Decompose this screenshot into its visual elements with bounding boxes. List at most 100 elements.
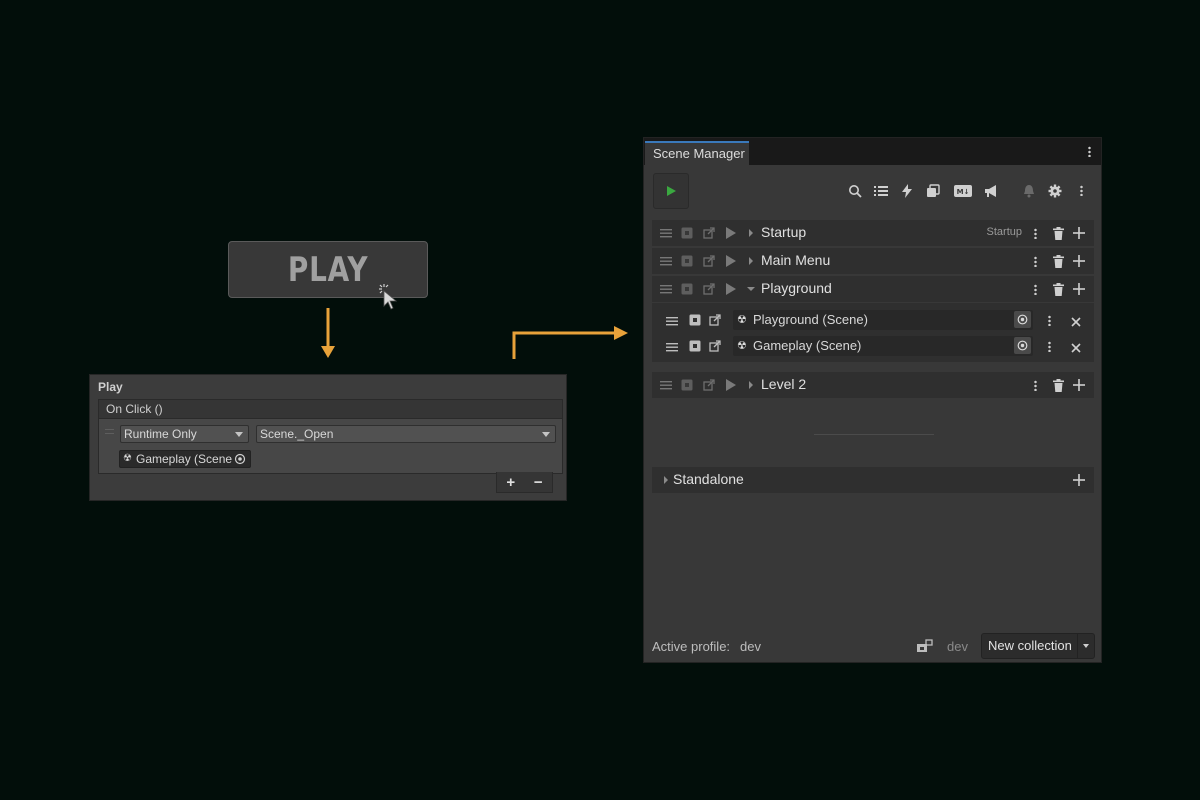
- markdown-icon[interactable]: M↓: [953, 183, 973, 199]
- object-picker-icon[interactable]: [1014, 311, 1031, 328]
- scene-row-gameplay[interactable]: ☢ Gameplay (Scene): [652, 334, 1094, 358]
- list-icon[interactable]: [873, 183, 889, 199]
- close-icon[interactable]: [1071, 340, 1081, 358]
- function-dropdown-value: Scene._Open: [260, 427, 334, 441]
- scene-field[interactable]: ☢ Gameplay (Scene): [733, 336, 1033, 356]
- chevron-down-icon: [235, 432, 243, 437]
- play-icon[interactable]: [723, 225, 739, 241]
- scene-name: Playground (Scene): [753, 312, 868, 327]
- lightning-icon[interactable]: [899, 183, 915, 199]
- runtime-dropdown-value: Runtime Only: [124, 427, 197, 441]
- svg-text:M↓: M↓: [957, 188, 970, 196]
- runtime-dropdown[interactable]: Runtime Only: [120, 425, 249, 443]
- gear-icon[interactable]: [1047, 183, 1063, 199]
- scene-object-value: Gameplay (Scene: [136, 452, 233, 466]
- object-picker-icon[interactable]: [1014, 337, 1031, 354]
- trash-icon[interactable]: [1050, 377, 1066, 393]
- scene-object-field[interactable]: ☢ Gameplay (Scene: [119, 450, 251, 468]
- scene-name: Gameplay (Scene): [753, 338, 862, 353]
- standalone-section[interactable]: Standalone: [652, 467, 1094, 493]
- add-icon[interactable]: [1071, 281, 1087, 297]
- drag-handle-icon[interactable]: [666, 313, 678, 331]
- window-menu-icon[interactable]: [1088, 146, 1091, 157]
- tab-scene-manager[interactable]: Scene Manager: [645, 141, 749, 165]
- on-click-event-list: Runtime Only Scene._Open ☢ Gameplay (Sce…: [98, 419, 563, 474]
- drag-handle-icon[interactable]: [658, 281, 674, 297]
- right-arrow-icon: [512, 326, 628, 359]
- play-icon[interactable]: [723, 253, 739, 269]
- megaphone-icon[interactable]: [983, 183, 999, 199]
- scene-menu-icon[interactable]: [1048, 341, 1051, 352]
- open-external-icon[interactable]: [701, 253, 717, 269]
- play-icon: [667, 186, 676, 196]
- bell-icon[interactable]: [1021, 183, 1037, 199]
- scene-field[interactable]: ☢ Playground (Scene): [733, 310, 1033, 330]
- new-collection-button[interactable]: New collection: [981, 633, 1095, 659]
- scene-row-playground[interactable]: ☢ Playground (Scene): [652, 308, 1094, 332]
- chevron-down-icon[interactable]: [743, 281, 759, 297]
- collection-menu-icon[interactable]: [1034, 284, 1037, 295]
- close-icon[interactable]: [1071, 314, 1081, 332]
- add-icon[interactable]: [1071, 472, 1087, 488]
- collection-row-level-2[interactable]: Level 2: [652, 372, 1094, 398]
- scene-asset-icon: ☢: [737, 340, 747, 352]
- drag-handle-icon[interactable]: [658, 225, 674, 241]
- scene-icon[interactable]: [689, 313, 701, 331]
- add-icon[interactable]: [1071, 377, 1087, 393]
- open-external-icon[interactable]: [709, 339, 721, 357]
- add-icon[interactable]: [1071, 253, 1087, 269]
- add-listener-button[interactable]: +: [506, 474, 515, 491]
- remove-listener-button[interactable]: −: [534, 474, 543, 491]
- add-icon[interactable]: [1071, 225, 1087, 241]
- function-dropdown[interactable]: Scene._Open: [256, 425, 556, 443]
- collection-menu-icon[interactable]: [1034, 380, 1037, 391]
- chevron-right-icon[interactable]: [743, 225, 759, 241]
- collection-icon[interactable]: [679, 225, 695, 241]
- trash-icon[interactable]: [1050, 281, 1066, 297]
- inspector-title: Play: [98, 380, 123, 394]
- chevron-down-icon[interactable]: [1083, 644, 1089, 648]
- search-icon[interactable]: [847, 183, 863, 199]
- drag-handle-icon[interactable]: [666, 339, 678, 357]
- drag-handle-icon[interactable]: [658, 253, 674, 269]
- collection-icon[interactable]: [679, 253, 695, 269]
- active-profile-value: dev: [740, 639, 761, 654]
- cursor-icon: [379, 284, 398, 310]
- collection-name: Level 2: [761, 376, 807, 392]
- collection-icon[interactable]: [679, 377, 695, 393]
- play-icon[interactable]: [723, 281, 739, 297]
- collection-row-playground[interactable]: Playground: [652, 276, 1094, 302]
- section-divider: [814, 434, 934, 435]
- chevron-right-icon[interactable]: [743, 253, 759, 269]
- collection-name: Startup: [761, 224, 807, 240]
- trash-icon[interactable]: [1050, 253, 1066, 269]
- button-inspector: Play On Click () Runtime Only Scene._Ope…: [89, 374, 567, 501]
- scene-asset-icon: ☢: [123, 453, 132, 464]
- collection-row-startup[interactable]: Startup Startup: [652, 220, 1094, 246]
- drag-handle-icon[interactable]: [658, 377, 674, 393]
- profile-icon[interactable]: [917, 639, 933, 658]
- collection-icon[interactable]: [679, 281, 695, 297]
- play-scene-button[interactable]: [653, 173, 689, 209]
- open-external-icon[interactable]: [701, 225, 717, 241]
- profile-short-label[interactable]: dev: [947, 639, 968, 654]
- scene-icon[interactable]: [689, 339, 701, 357]
- open-external-icon[interactable]: [701, 377, 717, 393]
- chevron-right-icon[interactable]: [658, 472, 674, 488]
- play-icon[interactable]: [723, 377, 739, 393]
- menu-icon[interactable]: [1080, 185, 1083, 196]
- trash-icon[interactable]: [1050, 225, 1066, 241]
- collection-menu-icon[interactable]: [1034, 228, 1037, 239]
- down-arrow-icon: [321, 308, 335, 358]
- collection-row-main-menu[interactable]: Main Menu: [652, 248, 1094, 274]
- object-picker-icon[interactable]: [232, 451, 248, 467]
- collection-name: Main Menu: [761, 252, 831, 268]
- collection-menu-icon[interactable]: [1034, 256, 1037, 267]
- open-external-icon[interactable]: [701, 281, 717, 297]
- collections-icon[interactable]: [925, 183, 941, 199]
- open-external-icon[interactable]: [709, 313, 721, 331]
- drag-handle-icon[interactable]: [105, 429, 114, 434]
- active-profile-label: Active profile:: [652, 639, 731, 654]
- chevron-right-icon[interactable]: [743, 377, 759, 393]
- scene-menu-icon[interactable]: [1048, 315, 1051, 326]
